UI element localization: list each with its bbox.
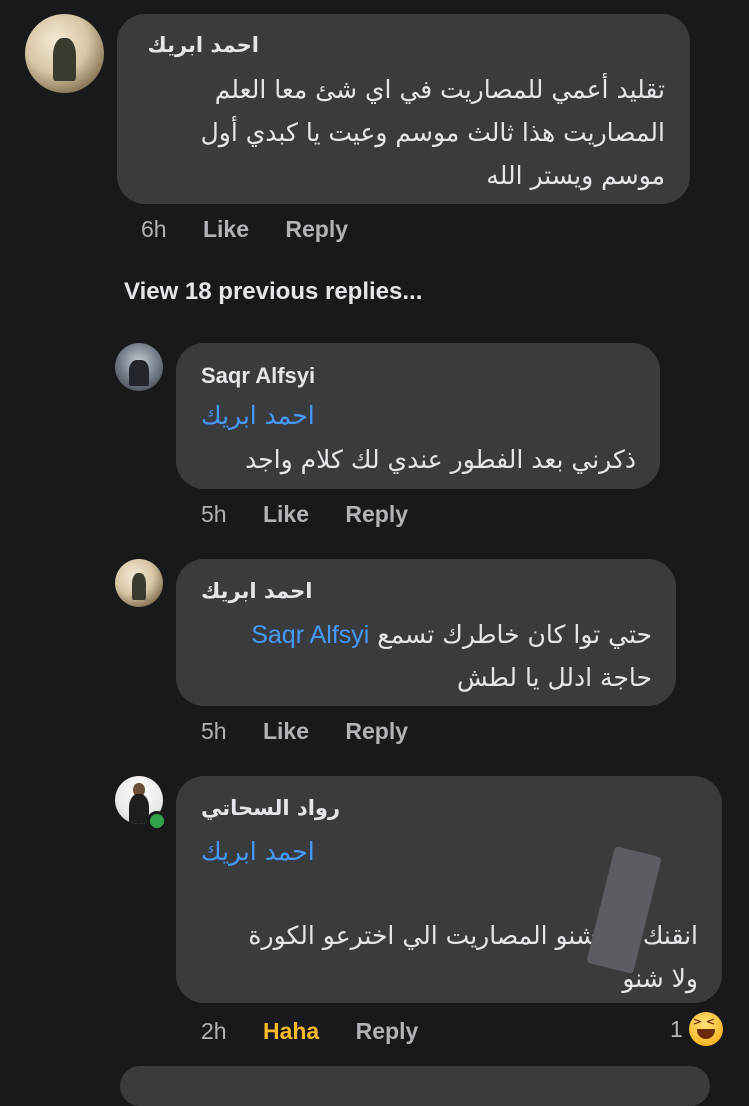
avatar[interactable] [115, 343, 163, 391]
reply-text: انقنك [642, 921, 698, 950]
timestamp[interactable]: 5h [201, 501, 227, 527]
reaction-summary[interactable]: 1 [670, 1012, 723, 1046]
next-comment-bubble [120, 1066, 710, 1106]
reply-meta: 5h Like Reply [201, 718, 408, 745]
comment-text-line: موسم ويستر الله [486, 161, 665, 190]
like-button[interactable]: Like [203, 216, 249, 242]
reply-button[interactable]: Reply [356, 1018, 419, 1044]
avatar[interactable] [115, 559, 163, 607]
reply-text-line: حتي توا كان خاطرك تسمع Saqr Alfsyi [251, 613, 652, 657]
reply-mention[interactable]: احمد ابريك [201, 830, 315, 873]
haha-emoji-icon [688, 1012, 723, 1046]
timestamp[interactable]: 5h [201, 718, 227, 744]
reply-text: حتي توا كان خاطرك تسمع [377, 620, 652, 649]
timestamp[interactable]: 6h [141, 216, 167, 242]
view-previous-replies-link[interactable]: View 18 previous replies... [124, 278, 422, 306]
like-button[interactable]: Like [263, 501, 309, 527]
reply-meta: 5h Like Reply [201, 501, 408, 528]
reply-text: شنو المصاريت الي اخترعو الكورة [248, 921, 597, 950]
reply-button[interactable]: Reply [345, 501, 408, 527]
reply-text-line: ذكرني بعد الفطور عندي لك كلام واجد [245, 445, 636, 474]
avatar[interactable] [25, 14, 104, 93]
timestamp[interactable]: 2h [201, 1018, 227, 1044]
reply-button[interactable]: Reply [345, 718, 408, 744]
reply-author[interactable]: احمد ابريك [201, 579, 312, 603]
comment-author[interactable]: احمد ابريك [148, 33, 259, 57]
reply-mention[interactable]: احمد ابريك [201, 394, 315, 437]
reply-mention[interactable]: Saqr Alfsyi [251, 621, 369, 649]
comment-text-line: تقليد أعمي للمصاريت في اي شئ معا العلم [214, 75, 665, 104]
reply-author[interactable]: رواد السحاتي [201, 796, 340, 820]
online-status-icon [147, 811, 167, 831]
reply-button[interactable]: Reply [285, 216, 348, 242]
reply-text-line: حاجة ادلل يا لطش [457, 663, 652, 692]
reply-meta: 2h Haha Reply [201, 1018, 418, 1045]
reaction-count: 1 [670, 1015, 683, 1042]
like-button[interactable]: Like [263, 718, 309, 744]
comment-text-line: المصاريت هذا ثالث موسم وعيت يا كبدي أول [200, 118, 665, 147]
haha-reaction-button[interactable]: Haha [263, 1018, 319, 1044]
reply-author[interactable]: Saqr Alfsyi [201, 363, 315, 389]
comment-meta: 6h Like Reply [141, 216, 348, 243]
